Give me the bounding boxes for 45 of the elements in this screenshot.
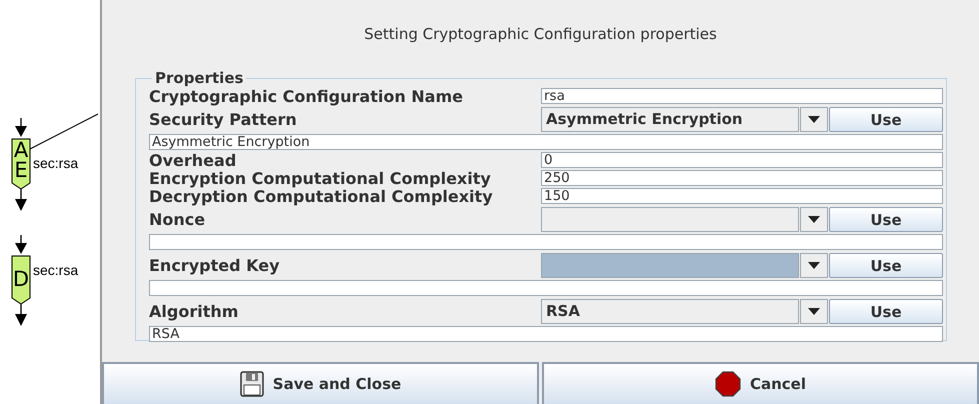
dropdown-button[interactable]: [800, 299, 828, 324]
arrow: [15, 118, 27, 137]
dialog-title: Setting Cryptographic Configuration properties: [364, 24, 717, 45]
use-button[interactable]: Use: [829, 253, 943, 278]
field-label: Algorithm: [149, 300, 240, 322]
group-title: Properties: [154, 69, 244, 87]
block-label: sec:rsa: [33, 155, 78, 171]
field-label: Overhead: [149, 152, 238, 168]
text-field[interactable]: 0: [541, 152, 943, 168]
arrow: [15, 304, 27, 326]
text-field[interactable]: RSA: [149, 326, 943, 342]
field-label: Encryption Computational Complexity: [149, 170, 492, 186]
text-field[interactable]: 150: [541, 188, 943, 204]
stop-sign-icon: [714, 371, 741, 397]
use-button[interactable]: Use: [829, 207, 943, 232]
dropdown[interactable]: Asymmetric Encryption: [541, 107, 799, 132]
use-button[interactable]: Use: [829, 107, 943, 132]
text-field[interactable]: 250: [541, 170, 943, 186]
caret-icon: [808, 308, 820, 315]
arrow: [15, 235, 27, 254]
cancel-button[interactable]: Cancel: [542, 362, 979, 404]
leader-line: [30, 114, 98, 150]
block-shape[interactable]: [12, 256, 30, 305]
text-field[interactable]: [149, 280, 943, 296]
save-button[interactable]: Save and Close: [102, 362, 539, 404]
text-field[interactable]: [149, 234, 943, 250]
field-label: Security Pattern: [149, 108, 298, 130]
use-button[interactable]: Use: [829, 299, 943, 324]
field-label: Encrypted Key: [149, 254, 280, 276]
block-shape[interactable]: [12, 138, 30, 190]
arrow: [15, 189, 27, 211]
text-field[interactable]: rsa: [541, 88, 943, 104]
field-label: Cryptographic Configuration Name: [149, 88, 464, 104]
caret-icon: [808, 216, 820, 223]
caret-icon: [808, 262, 820, 269]
dropdown-button[interactable]: [800, 253, 828, 278]
text-field[interactable]: Asymmetric Encryption: [149, 134, 943, 150]
dropdown-button[interactable]: [800, 107, 828, 132]
field-label: Nonce: [149, 208, 206, 230]
block-label: sec:rsa: [33, 262, 78, 278]
dropdown-button[interactable]: [800, 207, 828, 232]
block-symbol: D: [12, 267, 30, 291]
caret-icon: [808, 116, 820, 123]
field-label: Decryption Computational Complexity: [149, 188, 494, 204]
dropdown[interactable]: RSA: [541, 299, 799, 324]
